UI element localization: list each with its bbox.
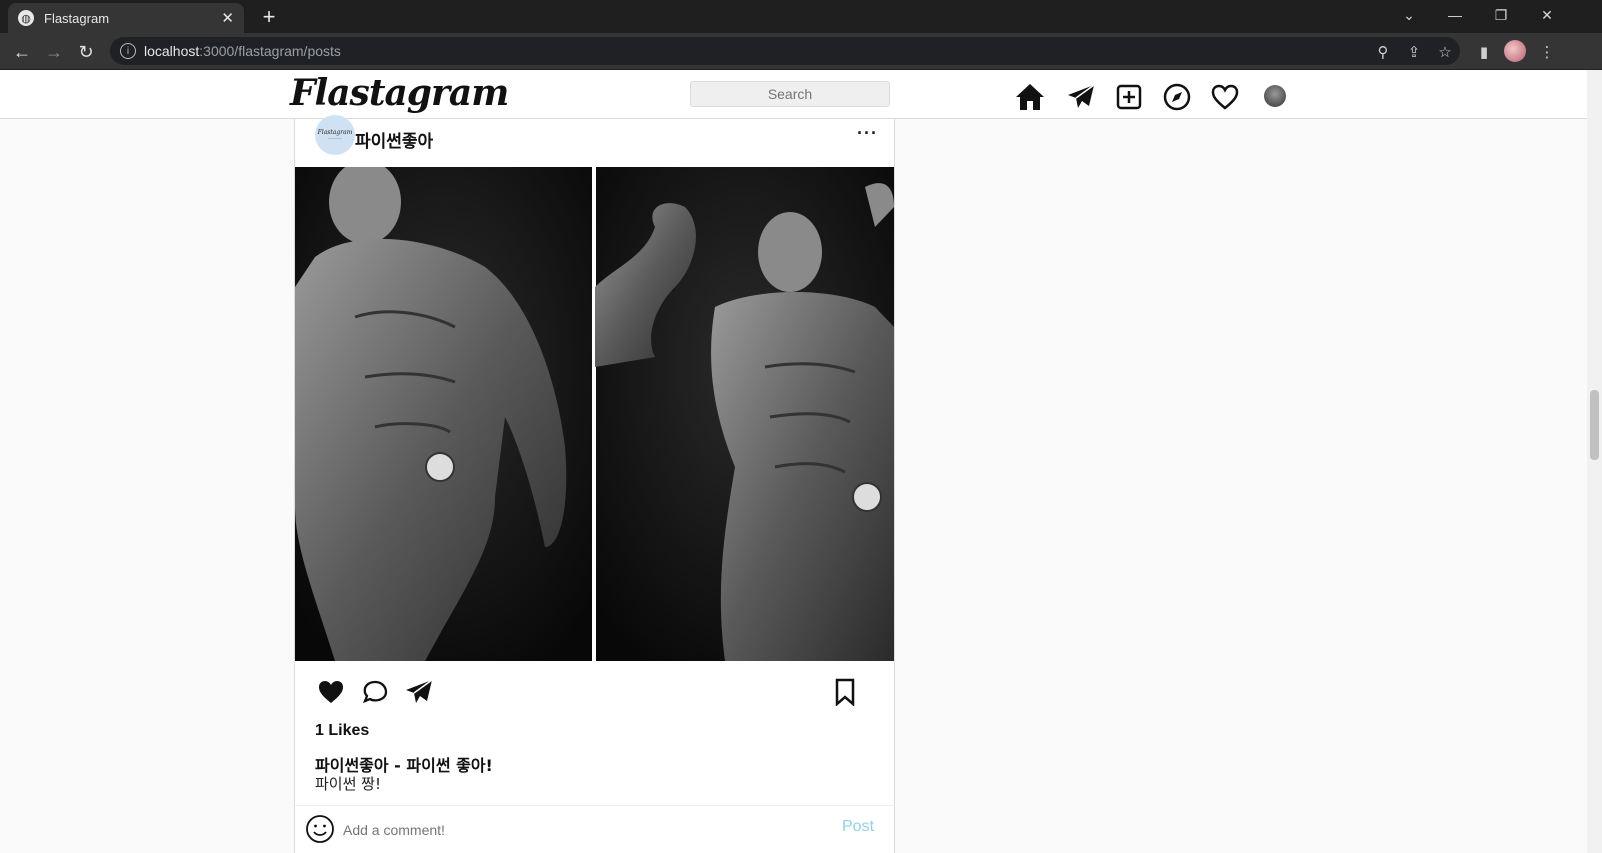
caption-title: - 파이썬 좋아! (388, 756, 493, 775)
plus-square-icon[interactable] (1114, 82, 1144, 112)
caption-body: 파이썬 짱! (315, 775, 381, 793)
emoji-smile-icon[interactable] (305, 814, 335, 844)
post-actions (315, 676, 875, 712)
kebab-menu-icon[interactable]: ⋮ (1536, 41, 1558, 63)
browser-profile-avatar[interactable] (1504, 40, 1526, 62)
post-card: Flastagram ~~~~~~ 파이썬좋아 ··· 1 Likes 파이썬좋… (294, 115, 895, 853)
share-plane-icon[interactable] (403, 676, 435, 708)
url-path: :3000/flastagram/posts (199, 43, 341, 59)
back-icon[interactable]: ← (9, 39, 35, 65)
tab-search-icon[interactable]: ⌄ (1386, 0, 1432, 30)
share-icon[interactable]: ⇪ (1403, 41, 1425, 63)
comment-icon[interactable] (359, 676, 391, 708)
side-panel-icon[interactable]: ▮ (1473, 41, 1495, 63)
like-filled-icon[interactable] (315, 676, 347, 708)
paper-plane-icon[interactable] (1066, 82, 1096, 112)
info-icon[interactable]: i (120, 43, 136, 59)
profile-avatar[interactable] (1264, 85, 1286, 107)
browser-tab[interactable]: ◍ Flastagram ✕ (8, 3, 244, 33)
bookmark-icon[interactable] (829, 676, 861, 708)
search-input[interactable] (690, 81, 890, 107)
home-icon[interactable] (1015, 82, 1045, 112)
url-bar[interactable]: i localhost:3000/flastagram/posts (110, 37, 1460, 65)
site-header: Flastagram (0, 70, 1587, 119)
site-logo[interactable]: Flastagram (290, 72, 509, 114)
avatar-decoration: ~~~~~~ (327, 136, 342, 141)
heart-outline-icon[interactable] (1210, 82, 1240, 112)
scrollbar-thumb[interactable] (1590, 390, 1599, 460)
post-author-avatar[interactable]: Flastagram ~~~~~~ (315, 115, 355, 155)
post-image[interactable] (295, 167, 894, 661)
minimize-button[interactable]: — (1432, 0, 1478, 30)
post-comment-button[interactable]: Post (842, 818, 874, 836)
zoom-icon[interactable]: ⚲ (1372, 41, 1394, 63)
reload-icon[interactable]: ↻ (73, 39, 99, 65)
comment-form: Post (295, 805, 894, 853)
likes-count[interactable]: 1 Likes (315, 722, 369, 740)
page: Flastagram Flastagram ~~~~~~ 파이썬좋아 ··· (0, 70, 1587, 853)
avatar-logo-text: Flastagram (317, 129, 353, 136)
restore-button[interactable]: ❐ (1478, 0, 1524, 30)
comment-input[interactable] (343, 819, 803, 841)
close-window-button[interactable]: ✕ (1524, 0, 1570, 30)
post-header: Flastagram ~~~~~~ 파이썬좋아 ··· (295, 115, 894, 167)
compass-icon[interactable] (1162, 82, 1192, 112)
globe-icon: ◍ (18, 10, 34, 26)
bookmark-star-icon[interactable]: ☆ (1434, 41, 1456, 63)
more-options-icon[interactable]: ··· (857, 123, 878, 144)
tab-title: Flastagram (44, 10, 110, 26)
address-bar-row: ← → ↻ i localhost:3000/flastagram/posts … (0, 33, 1602, 70)
forward-icon[interactable]: → (41, 39, 67, 65)
new-tab-button[interactable]: + (256, 4, 282, 30)
url-host: localhost (144, 43, 200, 59)
browser-tab-strip: ◍ Flastagram ✕ + ⌄ — ❐ ✕ (0, 0, 1602, 33)
close-tab-icon[interactable]: ✕ (221, 9, 234, 27)
post-username[interactable]: 파이썬좋아 (355, 127, 433, 152)
page-scrollbar[interactable] (1587, 70, 1602, 853)
